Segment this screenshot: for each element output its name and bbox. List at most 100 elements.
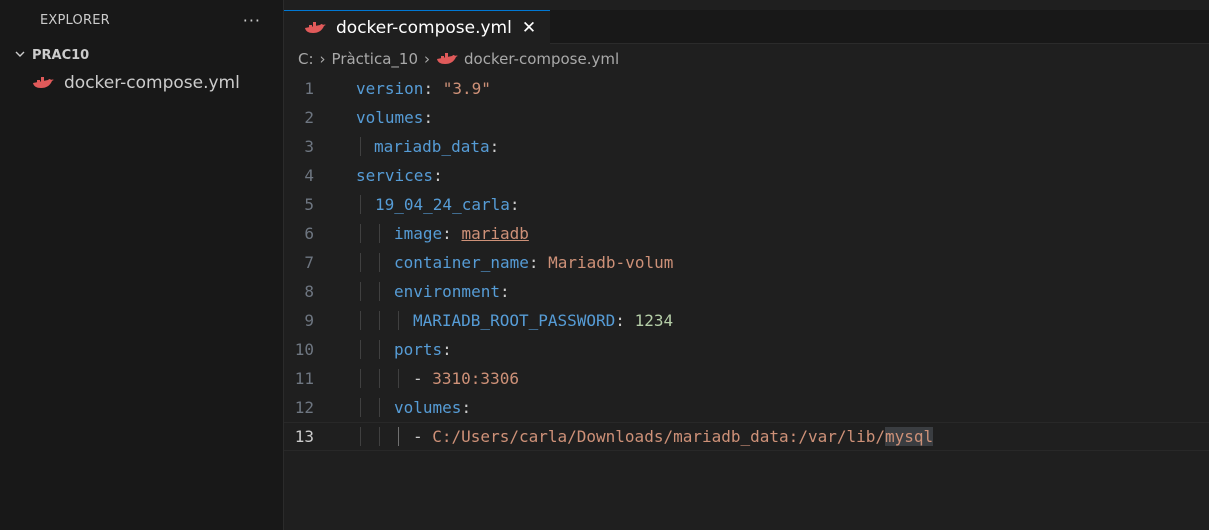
yaml-separator: : xyxy=(499,282,510,301)
yaml-key: volumes xyxy=(394,398,462,417)
code-line-13: 13 - C:/Users/carla/Downloads/mariadb_da… xyxy=(284,422,1209,451)
indent-guide xyxy=(360,195,361,214)
yaml-separator: : xyxy=(489,137,500,156)
indent-guide xyxy=(360,311,361,330)
explorer-sidebar: EXPLORER ··· PRAC10 docker-compose.yml xyxy=(0,0,284,530)
code-line-8: 8 environment: xyxy=(284,277,1209,306)
yaml-separator: : xyxy=(509,195,520,214)
line-number: 2 xyxy=(304,108,314,127)
yaml-separator: : xyxy=(528,253,549,272)
code-line-1: 1 version: "3.9" xyxy=(284,74,1209,103)
explorer-header: EXPLORER ··· xyxy=(0,0,283,36)
yaml-key: image xyxy=(394,224,443,243)
code-line-9: 9 MARIADB_ROOT_PASSWORD: 1234 xyxy=(284,306,1209,335)
docker-whale-icon xyxy=(437,53,458,64)
code-line-4: 4 services: xyxy=(284,161,1209,190)
yaml-separator: : xyxy=(423,108,434,127)
indent-guide xyxy=(379,253,380,272)
yaml-value: Mariadb-volum xyxy=(548,253,674,272)
close-icon[interactable]: ✕ xyxy=(522,18,536,38)
indent-guide xyxy=(379,398,380,417)
line-number: 5 xyxy=(304,195,314,214)
explorer-title: EXPLORER xyxy=(40,12,110,28)
docker-whale-icon xyxy=(33,77,54,88)
code-line-11: 11 - 3310:3306 xyxy=(284,364,1209,393)
code-line-10: 10 ports: xyxy=(284,335,1209,364)
indent-guide xyxy=(379,224,380,243)
yaml-dash: - xyxy=(413,369,433,388)
yaml-separator: : xyxy=(423,79,443,98)
line-number: 7 xyxy=(304,253,314,272)
code-line-12: 12 volumes: xyxy=(284,393,1209,422)
chevron-right-icon: › xyxy=(319,50,326,68)
indent-guide xyxy=(379,282,380,301)
code-editor[interactable]: 1 version: "3.9" 2 volumes: 3 mariadb_da… xyxy=(284,74,1209,451)
indent-guide xyxy=(360,224,361,243)
indent-guide xyxy=(360,282,361,301)
more-actions-icon[interactable]: ··· xyxy=(243,11,261,30)
folder-prac10[interactable]: PRAC10 xyxy=(0,42,283,68)
yaml-value: "3.9" xyxy=(442,79,491,98)
line-number: 8 xyxy=(304,282,314,301)
code-line-5: 5 19_04_24_carla: xyxy=(284,190,1209,219)
yaml-value: 3310:3306 xyxy=(432,369,519,388)
indent-guide xyxy=(360,427,361,446)
line-number: 11 xyxy=(294,369,314,388)
breadcrumb-file[interactable]: docker-compose.yml xyxy=(464,50,619,68)
line-number: 9 xyxy=(304,311,314,330)
yaml-separator: : xyxy=(433,166,443,185)
file-docker-compose[interactable]: docker-compose.yml xyxy=(0,68,283,98)
breadcrumb-folder[interactable]: Pràctica_10 xyxy=(332,50,418,68)
indent-guide xyxy=(360,137,361,156)
file-label: docker-compose.yml xyxy=(64,73,240,93)
indent-guide xyxy=(360,398,361,417)
indent-guide xyxy=(379,311,380,330)
line-number: 10 xyxy=(294,340,314,359)
indent-guide xyxy=(379,340,380,359)
code-line-7: 7 container_name: Mariadb-volum xyxy=(284,248,1209,277)
yaml-key: version xyxy=(356,79,424,98)
yaml-key: 19_04_24_carla xyxy=(375,195,510,214)
code-line-6: 6 image: mariadb xyxy=(284,219,1209,248)
yaml-separator: : xyxy=(442,340,452,359)
chevron-down-icon xyxy=(14,48,32,63)
yaml-value: C:/Users/carla/Downloads/mariadb_data:/v… xyxy=(432,427,886,446)
yaml-key: ports xyxy=(394,340,443,359)
tab-bar-empty xyxy=(550,10,1209,44)
yaml-separator: : xyxy=(461,398,472,417)
line-number: 12 xyxy=(294,398,314,417)
tab-docker-compose[interactable]: docker-compose.yml ✕ xyxy=(284,10,551,44)
line-number: 1 xyxy=(304,79,314,98)
indent-guide xyxy=(398,311,399,330)
code-line-2: 2 volumes: xyxy=(284,103,1209,132)
code-line-3: 3 mariadb_data: xyxy=(284,132,1209,161)
yaml-key: services xyxy=(356,166,434,185)
yaml-separator: : xyxy=(615,311,635,330)
yaml-value: mariadb xyxy=(461,224,529,243)
yaml-key: environment xyxy=(394,282,500,301)
yaml-key: container_name xyxy=(394,253,529,272)
chevron-right-icon: › xyxy=(424,50,430,68)
indent-guide xyxy=(360,253,361,272)
line-number: 13 xyxy=(294,427,314,446)
yaml-value: 1234 xyxy=(634,311,674,330)
indent-guide xyxy=(360,340,361,359)
folder-label: PRAC10 xyxy=(32,47,90,63)
yaml-key: MARIADB_ROOT_PASSWORD xyxy=(413,311,616,330)
yaml-separator: : xyxy=(442,224,462,243)
tab-bar: docker-compose.yml ✕ xyxy=(284,10,1209,44)
line-number: 3 xyxy=(304,137,314,156)
line-number: 6 xyxy=(304,224,314,243)
indent-guide xyxy=(379,369,380,388)
indent-guide xyxy=(360,369,361,388)
yaml-key: mariadb_data xyxy=(374,137,490,156)
editor-area: docker-compose.yml ✕ C: › Pràctica_10 › … xyxy=(284,0,1209,530)
breadcrumb-drive[interactable]: C: xyxy=(298,50,314,68)
yaml-dash: - xyxy=(413,427,433,446)
indent-guide xyxy=(379,427,380,446)
line-number: 4 xyxy=(304,166,314,185)
tab-label: docker-compose.yml xyxy=(336,17,512,38)
docker-whale-icon xyxy=(305,21,326,33)
breadcrumb: C: › Pràctica_10 › docker-compose.yml xyxy=(284,44,1209,74)
selection-highlight: mysql xyxy=(885,427,934,446)
